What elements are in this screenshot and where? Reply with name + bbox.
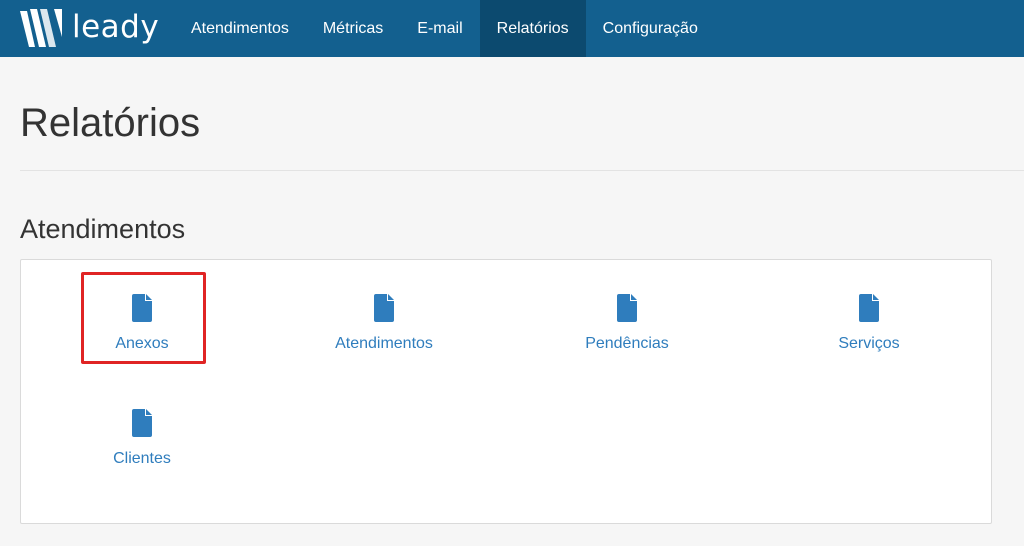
report-link-clientes[interactable]: Clientes bbox=[42, 409, 242, 499]
nav-item-configuracao[interactable]: Configuração bbox=[586, 0, 715, 57]
file-icon bbox=[132, 409, 152, 437]
report-label: Clientes bbox=[113, 450, 171, 467]
report-link-atendimentos[interactable]: Atendimentos bbox=[284, 294, 484, 384]
page-title: Relatórios bbox=[20, 101, 201, 145]
report-label: Anexos bbox=[115, 335, 169, 352]
main-nav: Atendimentos Métricas E-mail Relatórios … bbox=[174, 0, 715, 57]
nav-item-metricas[interactable]: Métricas bbox=[306, 0, 400, 57]
top-navbar: leady Atendimentos Métricas E-mail Relat… bbox=[0, 0, 1024, 57]
file-icon bbox=[859, 294, 879, 322]
leady-logo-icon bbox=[20, 8, 62, 47]
reports-panel: Anexos Atendimentos Pendências Serviços … bbox=[20, 259, 992, 524]
file-icon bbox=[617, 294, 637, 322]
section-title: Atendimentos bbox=[20, 214, 186, 244]
nav-item-relatorios[interactable]: Relatórios bbox=[479, 0, 586, 57]
file-icon bbox=[374, 294, 394, 322]
brand-logo[interactable]: leady bbox=[0, 0, 174, 57]
report-label: Pendências bbox=[585, 335, 669, 352]
brand-name: leady bbox=[72, 8, 160, 45]
report-link-anexos[interactable]: Anexos bbox=[42, 294, 242, 384]
title-divider bbox=[20, 170, 1024, 171]
report-label: Atendimentos bbox=[335, 335, 433, 352]
report-label: Serviços bbox=[838, 335, 900, 352]
report-link-servicos[interactable]: Serviços bbox=[769, 294, 969, 384]
file-icon bbox=[132, 294, 152, 322]
nav-item-email[interactable]: E-mail bbox=[400, 0, 479, 57]
report-link-pendencias[interactable]: Pendências bbox=[527, 294, 727, 384]
nav-item-atendimentos[interactable]: Atendimentos bbox=[174, 0, 306, 57]
